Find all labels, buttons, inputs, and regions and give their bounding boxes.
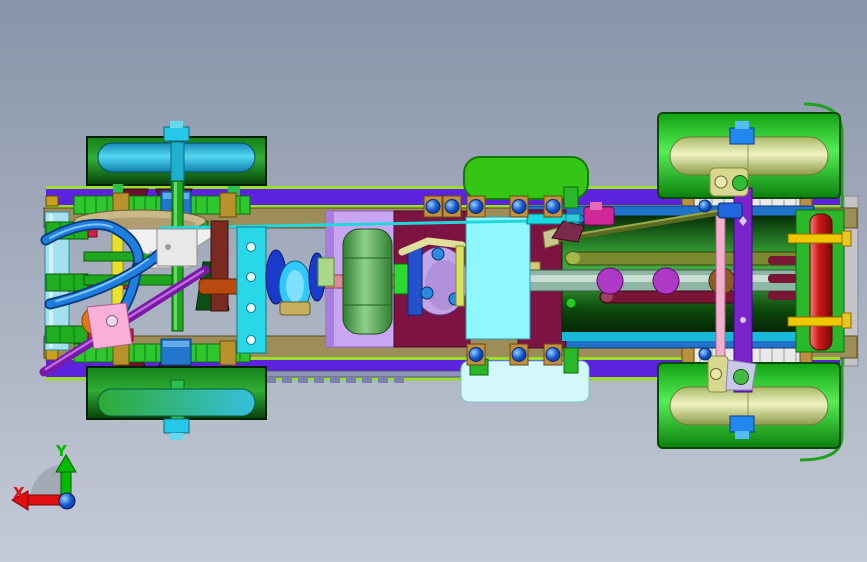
gear-base bbox=[279, 301, 311, 316]
wheel-fl-nut-stem bbox=[170, 121, 183, 128]
axle-center-highlight bbox=[163, 341, 189, 347]
bearing-ball bbox=[444, 199, 460, 214]
axis-x-label: X bbox=[13, 484, 25, 502]
wheel-rt-nut bbox=[729, 127, 755, 145]
clutch-bolt bbox=[431, 247, 445, 261]
wheel-fl-nut bbox=[163, 126, 190, 142]
yellow-clip bbox=[841, 312, 852, 329]
axle-bracket bbox=[219, 340, 237, 366]
gold-bolt bbox=[45, 195, 59, 207]
gear-cluster-inner bbox=[286, 270, 304, 302]
bracket-hole bbox=[246, 335, 256, 345]
mount-plate bbox=[156, 228, 198, 267]
yellow-clip bbox=[841, 230, 852, 247]
bearing-ball bbox=[425, 199, 441, 214]
orientation-triad: X Y bbox=[11, 442, 77, 511]
wheel-bl-nut-stem bbox=[170, 433, 183, 440]
pto-rod-cap bbox=[566, 252, 580, 264]
linkage-pin bbox=[714, 175, 728, 189]
linkage-pin-green bbox=[733, 369, 749, 385]
shifter-link bbox=[565, 213, 581, 223]
bearing-ball bbox=[545, 199, 561, 214]
gear-strip bbox=[242, 370, 480, 378]
shifter-cap bbox=[590, 202, 602, 210]
seat-pan bbox=[465, 216, 531, 340]
clutch-bar bbox=[407, 246, 423, 316]
lift-arm-hole bbox=[740, 317, 746, 323]
bearing-ball bbox=[511, 347, 527, 362]
bearing-ball bbox=[468, 199, 484, 214]
chassis-model bbox=[39, 102, 859, 462]
green-bit bbox=[563, 347, 579, 374]
support-bar bbox=[210, 220, 229, 312]
wheel-bl-tire bbox=[97, 388, 256, 417]
bearing-ball bbox=[698, 347, 712, 361]
engine-port bbox=[652, 267, 680, 295]
origin-sphere bbox=[58, 492, 76, 510]
wheel-rt-nut-stem bbox=[735, 121, 749, 129]
axle-bracket bbox=[219, 192, 237, 218]
hex-bolt bbox=[45, 325, 89, 344]
bearing-ball bbox=[511, 199, 527, 214]
gold-bolt bbox=[45, 349, 59, 361]
bracket-hole bbox=[246, 272, 256, 282]
hex-bolt bbox=[45, 273, 89, 292]
mount-plate-hole bbox=[165, 244, 171, 250]
clutch-bolt bbox=[420, 286, 434, 300]
bearing-ball bbox=[545, 347, 561, 362]
engine-port bbox=[596, 267, 624, 295]
lever-strip bbox=[455, 245, 465, 307]
wheel-bl-nut bbox=[163, 418, 190, 434]
flywheel bbox=[342, 228, 393, 335]
green-bolt bbox=[565, 297, 577, 309]
yellow-pin bbox=[787, 233, 843, 244]
cad-viewport[interactable]: X Y bbox=[0, 0, 867, 562]
knuckle-hole bbox=[106, 315, 118, 327]
yellow-pin bbox=[787, 316, 843, 327]
bearing-ball bbox=[698, 199, 712, 213]
linkage-pin-green bbox=[732, 175, 748, 191]
engine-cyan-band bbox=[562, 332, 812, 341]
bearing-ball bbox=[468, 347, 484, 362]
cad-canvas[interactable]: X Y bbox=[0, 0, 867, 562]
shift-rod-block bbox=[717, 202, 743, 219]
bracket-hole bbox=[246, 242, 256, 252]
pale-green-block bbox=[317, 257, 335, 287]
wheel-rb-nut-stem bbox=[735, 431, 749, 439]
bracket-hole bbox=[246, 303, 256, 313]
green-bit bbox=[563, 186, 579, 209]
link-rod bbox=[715, 209, 726, 367]
wheel-rb-nut bbox=[729, 415, 755, 433]
axis-y-label: Y bbox=[55, 442, 68, 460]
linkage-pin bbox=[710, 368, 722, 380]
